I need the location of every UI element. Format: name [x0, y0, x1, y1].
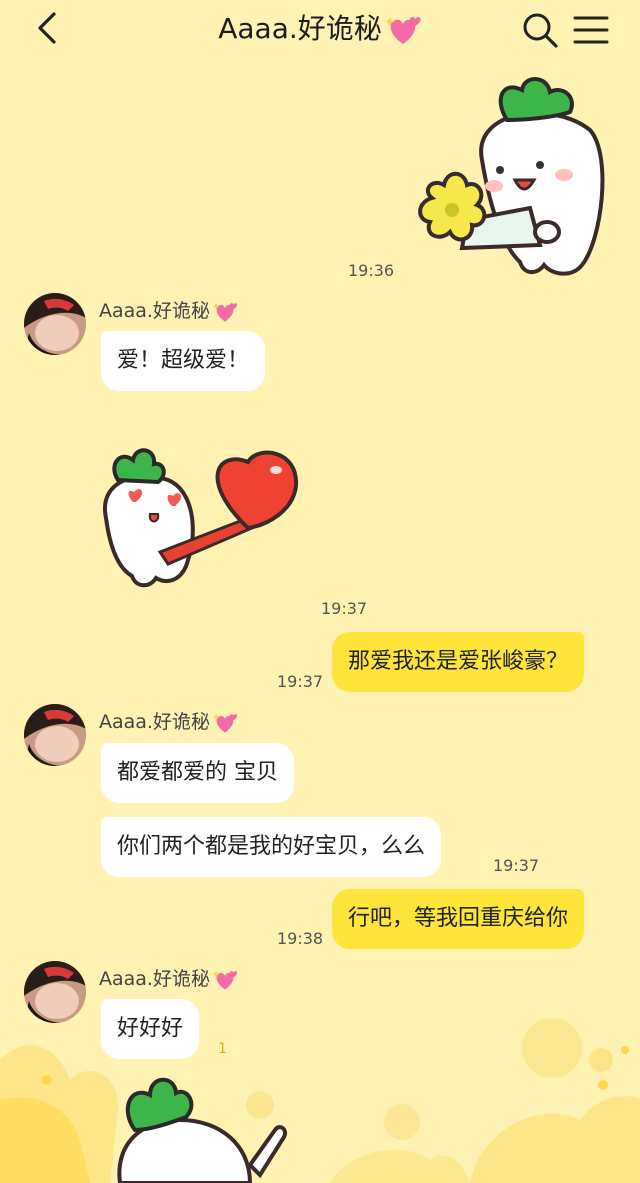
sender-name: Aaaa.好诡秘	[99, 964, 238, 992]
message-time: 19:36	[348, 261, 395, 280]
menu-icon[interactable]	[572, 12, 610, 48]
contact-avatar[interactable]	[24, 961, 86, 1023]
sparkling-hearts-icon	[212, 713, 238, 733]
avatar-photo-icon	[24, 704, 86, 766]
message-bubble[interactable]: 好好好	[101, 999, 200, 1059]
sender-name-text: Aaaa.好诡秘	[99, 968, 210, 990]
search-icon[interactable]	[520, 10, 560, 50]
contact-avatar[interactable]	[24, 293, 86, 355]
message-bubble[interactable]: 行吧，等我回重庆给你	[332, 889, 585, 949]
back-arrow-icon[interactable]	[30, 8, 66, 48]
message-time: 19:38	[277, 929, 324, 948]
message-bubble[interactable]: 爱！超级爱！	[101, 331, 266, 391]
read-count: 1	[218, 1041, 227, 1057]
radish-heart-sticker[interactable]	[98, 440, 308, 590]
message-bubble[interactable]: 你们两个都是我的好宝贝，么么	[101, 817, 442, 877]
sparkling-hearts-icon	[212, 302, 238, 322]
sender-name-text: Aaaa.好诡秘	[99, 711, 210, 733]
message-bubble[interactable]: 那爱我还是爱张峻豪？	[332, 632, 585, 692]
avatar-photo-icon	[24, 293, 86, 355]
message-time: 19:37	[321, 599, 368, 618]
sparkling-hearts-icon	[385, 17, 421, 44]
sender-name: Aaaa.好诡秘	[99, 707, 238, 735]
chat-header: Aaaa.好诡秘	[0, 0, 640, 58]
avatar-photo-icon	[24, 961, 86, 1023]
sender-name-text: Aaaa.好诡秘	[99, 300, 210, 322]
message-bubble[interactable]: 都爱都爱的 宝贝	[101, 743, 294, 803]
sparkling-hearts-icon	[212, 970, 238, 990]
chat-title-text: Aaaa.好诡秘	[218, 12, 382, 45]
radish-flowers-sticker[interactable]	[412, 70, 607, 285]
message-time: 19:37	[277, 672, 324, 691]
chat-title: Aaaa.好诡秘	[140, 10, 500, 48]
radish-waving-sticker[interactable]	[110, 1075, 290, 1183]
sender-name: Aaaa.好诡秘	[99, 296, 238, 324]
contact-avatar[interactable]	[24, 704, 86, 766]
message-time: 19:37	[493, 856, 540, 875]
